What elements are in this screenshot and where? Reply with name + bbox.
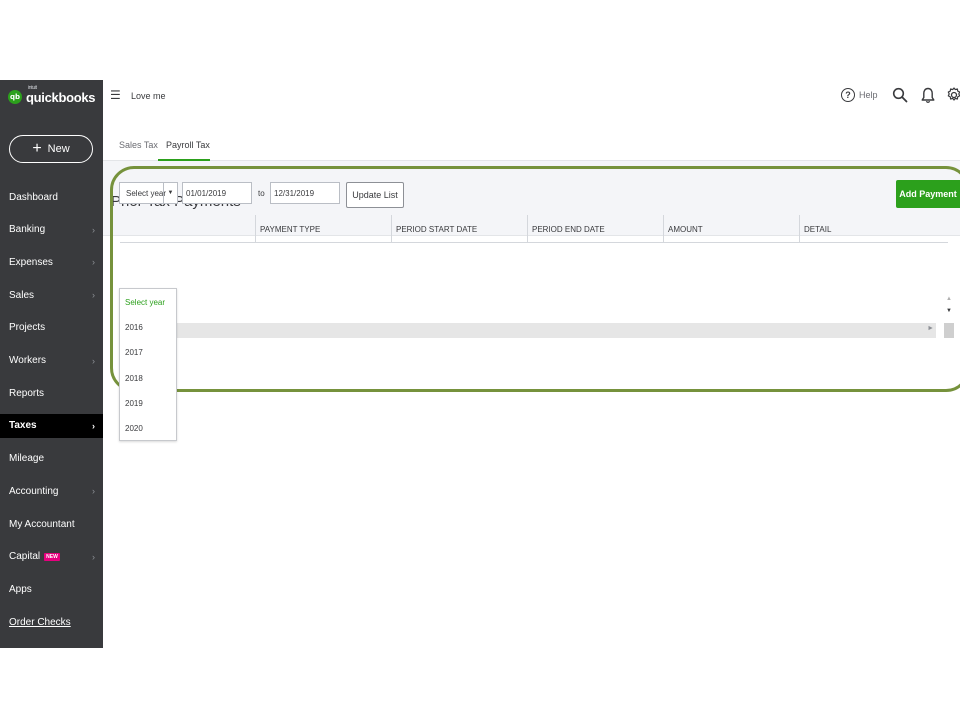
add-payment-button[interactable]: Add Payment xyxy=(896,180,960,208)
year-select[interactable]: Select year ▼ xyxy=(119,182,178,204)
tax-tabs: Sales Tax Payroll Tax xyxy=(103,128,960,161)
column-header-period-end-date[interactable]: PERIOD END DATE xyxy=(527,215,663,243)
scroll-right-icon[interactable]: ► xyxy=(927,325,934,332)
tab-payroll-tax[interactable]: Payroll Tax xyxy=(166,140,210,150)
sidebar-item-label: Dashboard xyxy=(9,191,58,203)
column-header-period-start-date[interactable]: PERIOD START DATE xyxy=(391,215,527,243)
scrollbar-thumb[interactable] xyxy=(944,323,954,338)
year-option[interactable]: 2018 xyxy=(120,366,176,391)
sidebar-item-label: Mileage xyxy=(9,453,45,465)
help-label[interactable]: Help xyxy=(859,90,878,100)
year-option[interactable]: 2016 xyxy=(120,315,176,340)
sidebar-item-sales[interactable]: Sales › xyxy=(0,283,103,307)
horizontal-scrollbar[interactable]: ► xyxy=(120,323,936,338)
sidebar-item-apps[interactable]: Apps xyxy=(0,577,103,601)
sidebar-item-expenses[interactable]: Expenses › xyxy=(0,250,103,274)
column-header-detail[interactable]: DETAIL xyxy=(799,215,939,243)
gear-icon[interactable] xyxy=(946,86,960,109)
sidebar-item-label: Banking xyxy=(9,224,46,236)
sidebar-item-capital[interactable]: Capital NEW › xyxy=(0,545,103,569)
quickbooks-logo-icon: qb xyxy=(8,90,22,104)
payments-table-header: PAYMENT TYPE PERIOD START DATE PERIOD EN… xyxy=(120,215,948,243)
chevron-right-icon: › xyxy=(92,551,95,562)
menu-icon[interactable]: ☰ xyxy=(110,88,121,102)
sidebar-item-label: Capital xyxy=(9,551,41,563)
start-date-input[interactable]: 01/01/2019 xyxy=(182,182,252,204)
sidebar-item-label: Workers xyxy=(9,355,47,366)
sidebar-item-banking[interactable]: Banking › xyxy=(0,218,103,242)
chevron-down-icon: ▼ xyxy=(163,183,177,203)
year-option[interactable]: 2020 xyxy=(120,416,176,441)
to-label: to xyxy=(258,189,265,198)
help-icon[interactable]: ? xyxy=(841,88,855,102)
sidebar-item-label: Sales xyxy=(9,289,35,301)
year-option[interactable]: 2017 xyxy=(120,340,176,365)
brand-name: intuit quickbooks xyxy=(26,85,96,105)
sidebar-item-label: My Accountant xyxy=(9,518,75,530)
company-name: Love me xyxy=(131,91,166,101)
sidebar-item-order-checks[interactable]: Order Checks xyxy=(0,610,103,634)
year-dropdown-list: Select year 2016 2017 2018 2019 2020 xyxy=(119,288,177,441)
sidebar-item-label: Expenses xyxy=(9,256,53,268)
year-select-value: Select year xyxy=(126,188,167,198)
sidebar-item-label: Taxes xyxy=(9,420,37,432)
sidebar-item-dashboard[interactable]: Dashboard xyxy=(0,185,103,209)
year-option[interactable]: 2019 xyxy=(120,391,176,416)
sidebar-item-label: Reports xyxy=(9,387,45,399)
new-button[interactable]: + New xyxy=(9,135,93,163)
new-badge: NEW xyxy=(44,552,60,561)
column-header-amount[interactable]: AMOUNT xyxy=(663,215,799,243)
brand-label: quickbooks xyxy=(26,89,96,105)
tab-sales-tax[interactable]: Sales Tax xyxy=(119,140,158,150)
sidebar-item-taxes[interactable]: Taxes › xyxy=(0,413,103,438)
sidebar-item-workers[interactable]: Workers › xyxy=(0,349,103,373)
chevron-right-icon: › xyxy=(92,486,95,497)
chevron-right-icon: › xyxy=(92,355,95,366)
sidebar-item-my-accountant[interactable]: My Accountant xyxy=(0,512,103,536)
bell-icon[interactable] xyxy=(921,87,935,109)
sidebar-item-label: Order Checks xyxy=(9,616,71,628)
sidebar-item-label: Projects xyxy=(9,322,46,334)
sidebar-item-mileage[interactable]: Mileage xyxy=(0,447,103,471)
plus-icon: + xyxy=(32,140,42,157)
search-icon[interactable] xyxy=(892,87,908,108)
sidebar-item-accounting[interactable]: Accounting › xyxy=(0,479,103,503)
new-button-label: New xyxy=(47,143,70,155)
chevron-right-icon: › xyxy=(92,290,95,301)
update-list-button[interactable]: Update List xyxy=(346,182,404,208)
sidebar-item-reports[interactable]: Reports xyxy=(0,381,103,405)
chevron-right-icon: › xyxy=(92,224,95,235)
sidebar-item-label: Accounting xyxy=(9,485,59,497)
scroll-down-icon[interactable]: ▼ xyxy=(946,308,952,314)
chevron-right-icon: › xyxy=(92,257,95,268)
chevron-right-icon: › xyxy=(92,420,95,431)
vertical-scrollbar[interactable]: ▲ ▼ xyxy=(944,296,954,338)
column-header-payment-type[interactable]: PAYMENT TYPE xyxy=(255,215,391,243)
quickbooks-logo[interactable]: qb intuit quickbooks xyxy=(8,85,96,108)
sidebar-item-projects[interactable]: Projects xyxy=(0,316,103,340)
end-date-input[interactable]: 12/31/2019 xyxy=(270,182,340,204)
sidebar: qb intuit quickbooks + New Dashboard Bank… xyxy=(0,80,103,648)
scroll-up-icon[interactable]: ▲ xyxy=(946,296,952,302)
year-option[interactable]: Select year xyxy=(120,290,176,315)
brand-prefix: intuit xyxy=(28,84,37,91)
sidebar-item-label: Apps xyxy=(9,583,32,595)
